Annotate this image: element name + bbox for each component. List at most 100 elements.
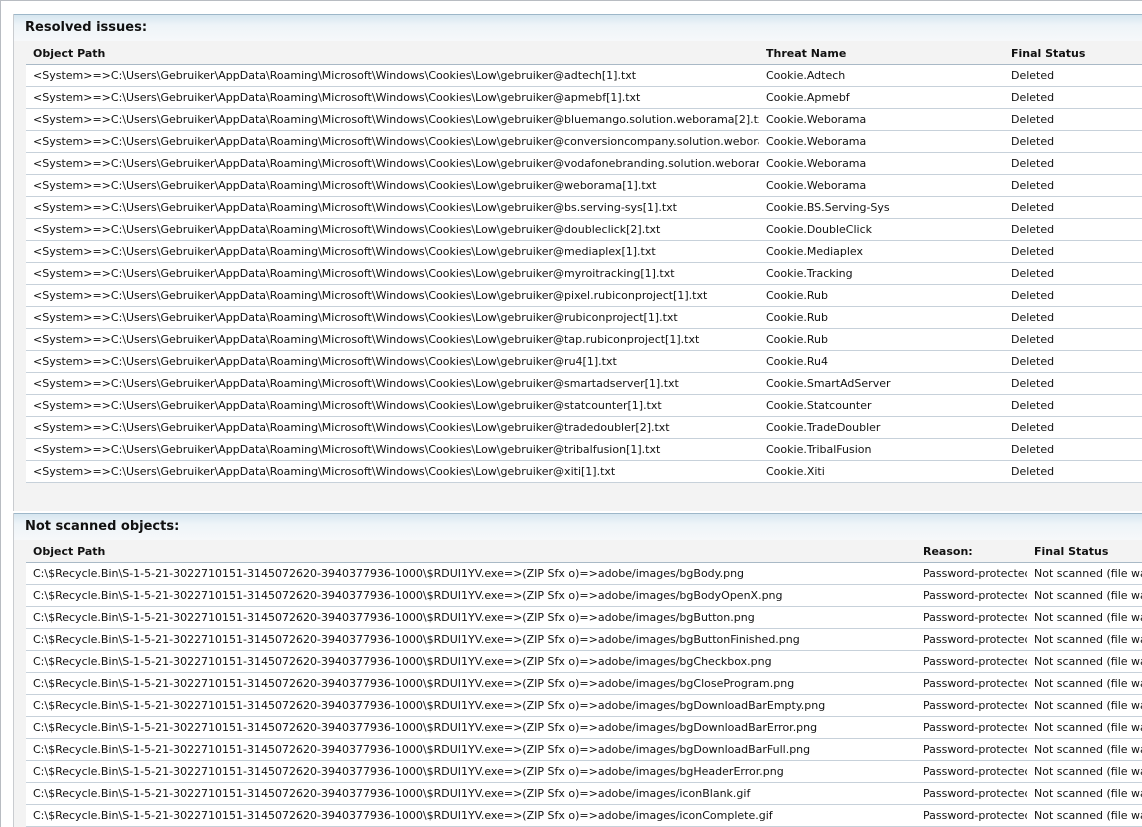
- table-row[interactable]: <System>=>C:\Users\Gebruiker\AppData\Roa…: [26, 328, 1142, 351]
- table-row[interactable]: <System>=>C:\Users\Gebruiker\AppData\Roa…: [26, 240, 1142, 263]
- object-path-cell: <System>=>C:\Users\Gebruiker\AppData\Roa…: [26, 328, 759, 351]
- object-path-cell: <System>=>C:\Users\Gebruiker\AppData\Roa…: [26, 394, 759, 417]
- table-row[interactable]: <System>=>C:\Users\Gebruiker\AppData\Roa…: [26, 86, 1142, 109]
- reason-cell: Password-protected: [916, 562, 1027, 585]
- reason-cell: Password-protected: [916, 760, 1027, 783]
- object-path-cell: C:\$Recycle.Bin\S-1-5-21-3022710151-3145…: [26, 584, 916, 607]
- threat-name-cell: Cookie.Weborama: [759, 174, 1004, 197]
- table-row[interactable]: <System>=>C:\Users\Gebruiker\AppData\Roa…: [26, 130, 1142, 153]
- not-scanned-section: Not scanned objects: Object Path Reason:…: [13, 513, 1142, 827]
- reason-cell: Password-protected: [916, 672, 1027, 695]
- table-row[interactable]: C:\$Recycle.Bin\S-1-5-21-3022710151-3145…: [26, 738, 1142, 761]
- threat-name-cell: Cookie.TribalFusion: [759, 438, 1004, 461]
- final-status-cell: Deleted: [1004, 394, 1142, 417]
- object-path-cell: <System>=>C:\Users\Gebruiker\AppData\Roa…: [26, 416, 759, 439]
- table-row[interactable]: C:\$Recycle.Bin\S-1-5-21-3022710151-3145…: [26, 694, 1142, 717]
- final-status-cell: Deleted: [1004, 64, 1142, 87]
- table-row[interactable]: C:\$Recycle.Bin\S-1-5-21-3022710151-3145…: [26, 562, 1142, 585]
- table-row[interactable]: C:\$Recycle.Bin\S-1-5-21-3022710151-3145…: [26, 606, 1142, 629]
- column-header-final-status[interactable]: Final Status: [1004, 42, 1142, 65]
- column-header-object-path[interactable]: Object Path: [26, 42, 759, 65]
- final-status-cell: Deleted: [1004, 108, 1142, 131]
- object-path-cell: <System>=>C:\Users\Gebruiker\AppData\Roa…: [26, 64, 759, 87]
- table-row[interactable]: <System>=>C:\Users\Gebruiker\AppData\Roa…: [26, 372, 1142, 395]
- object-path-cell: <System>=>C:\Users\Gebruiker\AppData\Roa…: [26, 372, 759, 395]
- table-row[interactable]: <System>=>C:\Users\Gebruiker\AppData\Roa…: [26, 262, 1142, 285]
- object-path-cell: <System>=>C:\Users\Gebruiker\AppData\Roa…: [26, 152, 759, 175]
- scan-report-window: Resolved issues: Object Path Threat Name…: [0, 0, 1142, 827]
- table-row[interactable]: <System>=>C:\Users\Gebruiker\AppData\Roa…: [26, 284, 1142, 307]
- threat-name-cell: Cookie.Mediaplex: [759, 240, 1004, 263]
- not-scanned-rows: C:\$Recycle.Bin\S-1-5-21-3022710151-3145…: [26, 562, 1142, 827]
- table-row[interactable]: <System>=>C:\Users\Gebruiker\AppData\Roa…: [26, 416, 1142, 439]
- table-row[interactable]: C:\$Recycle.Bin\S-1-5-21-3022710151-3145…: [26, 584, 1142, 607]
- threat-name-cell: Cookie.Rub: [759, 306, 1004, 329]
- object-path-cell: C:\$Recycle.Bin\S-1-5-21-3022710151-3145…: [26, 804, 916, 827]
- table-row[interactable]: <System>=>C:\Users\Gebruiker\AppData\Roa…: [26, 64, 1142, 87]
- object-path-cell: C:\$Recycle.Bin\S-1-5-21-3022710151-3145…: [26, 628, 916, 651]
- column-header-final-status[interactable]: Final Status: [1027, 540, 1142, 563]
- table-row[interactable]: C:\$Recycle.Bin\S-1-5-21-3022710151-3145…: [26, 650, 1142, 673]
- threat-name-cell: Cookie.Statcounter: [759, 394, 1004, 417]
- table-row[interactable]: <System>=>C:\Users\Gebruiker\AppData\Roa…: [26, 350, 1142, 373]
- not-scanned-header-row: Object Path Reason: Final Status: [26, 540, 1142, 563]
- table-row[interactable]: C:\$Recycle.Bin\S-1-5-21-3022710151-3145…: [26, 804, 1142, 827]
- table-row[interactable]: C:\$Recycle.Bin\S-1-5-21-3022710151-3145…: [26, 782, 1142, 805]
- final-status-cell: Not scanned (file was p: [1027, 584, 1142, 607]
- resolved-issues-rows: <System>=>C:\Users\Gebruiker\AppData\Roa…: [26, 64, 1142, 483]
- threat-name-cell: Cookie.SmartAdServer: [759, 372, 1004, 395]
- table-row[interactable]: <System>=>C:\Users\Gebruiker\AppData\Roa…: [26, 394, 1142, 417]
- final-status-cell: Not scanned (file was p: [1027, 650, 1142, 673]
- table-row[interactable]: <System>=>C:\Users\Gebruiker\AppData\Roa…: [26, 438, 1142, 461]
- table-row[interactable]: <System>=>C:\Users\Gebruiker\AppData\Roa…: [26, 152, 1142, 175]
- final-status-cell: Not scanned (file was p: [1027, 628, 1142, 651]
- reason-cell: Password-protected: [916, 650, 1027, 673]
- resolved-issues-header: Resolved issues:: [14, 14, 1142, 41]
- object-path-cell: C:\$Recycle.Bin\S-1-5-21-3022710151-3145…: [26, 672, 916, 695]
- threat-name-cell: Cookie.Apmebf: [759, 86, 1004, 109]
- object-path-cell: <System>=>C:\Users\Gebruiker\AppData\Roa…: [26, 86, 759, 109]
- table-row[interactable]: <System>=>C:\Users\Gebruiker\AppData\Roa…: [26, 108, 1142, 131]
- object-path-cell: <System>=>C:\Users\Gebruiker\AppData\Roa…: [26, 350, 759, 373]
- object-path-cell: C:\$Recycle.Bin\S-1-5-21-3022710151-3145…: [26, 738, 916, 761]
- not-scanned-header: Not scanned objects:: [14, 513, 1142, 540]
- threat-name-cell: Cookie.Ru4: [759, 350, 1004, 373]
- final-status-cell: Deleted: [1004, 372, 1142, 395]
- resolved-issues-title: Resolved issues:: [25, 20, 148, 35]
- object-path-cell: C:\$Recycle.Bin\S-1-5-21-3022710151-3145…: [26, 562, 916, 585]
- object-path-cell: <System>=>C:\Users\Gebruiker\AppData\Roa…: [26, 306, 759, 329]
- table-row[interactable]: <System>=>C:\Users\Gebruiker\AppData\Roa…: [26, 196, 1142, 219]
- threat-name-cell: Cookie.Rub: [759, 328, 1004, 351]
- reason-cell: Password-protected: [916, 738, 1027, 761]
- final-status-cell: Deleted: [1004, 152, 1142, 175]
- threat-name-cell: Cookie.Rub: [759, 284, 1004, 307]
- table-row[interactable]: C:\$Recycle.Bin\S-1-5-21-3022710151-3145…: [26, 716, 1142, 739]
- object-path-cell: C:\$Recycle.Bin\S-1-5-21-3022710151-3145…: [26, 716, 916, 739]
- final-status-cell: Not scanned (file was p: [1027, 738, 1142, 761]
- table-row[interactable]: <System>=>C:\Users\Gebruiker\AppData\Roa…: [26, 174, 1142, 197]
- object-path-cell: <System>=>C:\Users\Gebruiker\AppData\Roa…: [26, 108, 759, 131]
- reason-cell: Password-protected: [916, 628, 1027, 651]
- object-path-cell: C:\$Recycle.Bin\S-1-5-21-3022710151-3145…: [26, 650, 916, 673]
- column-header-object-path[interactable]: Object Path: [26, 540, 916, 563]
- not-scanned-title: Not scanned objects:: [25, 519, 180, 534]
- final-status-cell: Deleted: [1004, 460, 1142, 483]
- column-header-threat-name[interactable]: Threat Name: [759, 42, 1004, 65]
- table-row[interactable]: <System>=>C:\Users\Gebruiker\AppData\Roa…: [26, 218, 1142, 241]
- final-status-cell: Deleted: [1004, 284, 1142, 307]
- table-row[interactable]: <System>=>C:\Users\Gebruiker\AppData\Roa…: [26, 306, 1142, 329]
- threat-name-cell: Cookie.BS.Serving-Sys: [759, 196, 1004, 219]
- object-path-cell: <System>=>C:\Users\Gebruiker\AppData\Roa…: [26, 284, 759, 307]
- column-header-reason[interactable]: Reason:: [916, 540, 1027, 563]
- threat-name-cell: Cookie.Weborama: [759, 108, 1004, 131]
- reason-cell: Password-protected: [916, 694, 1027, 717]
- not-scanned-table: Object Path Reason: Final Status C:\$Rec…: [26, 540, 1142, 827]
- table-row[interactable]: C:\$Recycle.Bin\S-1-5-21-3022710151-3145…: [26, 672, 1142, 695]
- table-row[interactable]: C:\$Recycle.Bin\S-1-5-21-3022710151-3145…: [26, 760, 1142, 783]
- final-status-cell: Deleted: [1004, 218, 1142, 241]
- final-status-cell: Not scanned (file was p: [1027, 760, 1142, 783]
- table-row[interactable]: C:\$Recycle.Bin\S-1-5-21-3022710151-3145…: [26, 628, 1142, 651]
- threat-name-cell: Cookie.TradeDoubler: [759, 416, 1004, 439]
- final-status-cell: Deleted: [1004, 350, 1142, 373]
- table-row[interactable]: <System>=>C:\Users\Gebruiker\AppData\Roa…: [26, 460, 1142, 483]
